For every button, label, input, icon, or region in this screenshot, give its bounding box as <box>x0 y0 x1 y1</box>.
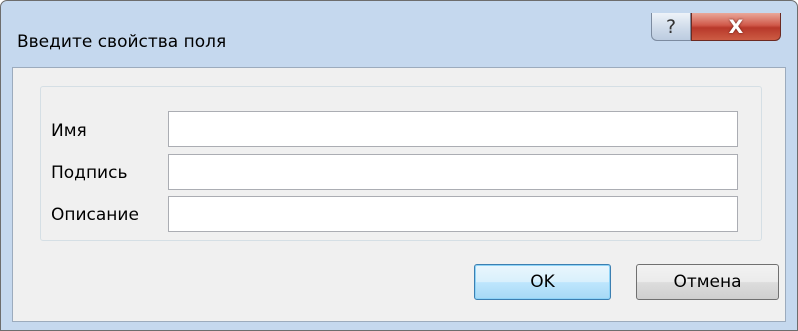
caption-field[interactable] <box>168 154 738 190</box>
title-bar[interactable]: Введите свойства поля ? X <box>1 1 797 67</box>
description-field[interactable] <box>168 196 738 232</box>
caption-label: Подпись <box>51 163 128 183</box>
cancel-button-label: Отмена <box>673 272 742 292</box>
ok-button-label: OK <box>530 272 555 292</box>
name-label: Имя <box>51 121 87 141</box>
dialog-window: Введите свойства поля ? X Имя Подпись Оп… <box>0 0 798 331</box>
close-button[interactable]: X <box>691 13 781 41</box>
name-field[interactable] <box>168 111 738 147</box>
window-title: Введите свойства поля <box>17 32 227 52</box>
description-label: Описание <box>51 205 139 225</box>
help-button[interactable]: ? <box>651 13 691 41</box>
ok-button[interactable]: OK <box>474 264 611 300</box>
cancel-button[interactable]: Отмена <box>636 264 779 300</box>
dialog-body: Имя Подпись Описание OK Отмена <box>12 67 786 322</box>
help-icon: ? <box>665 15 677 38</box>
close-icon: X <box>728 15 744 38</box>
